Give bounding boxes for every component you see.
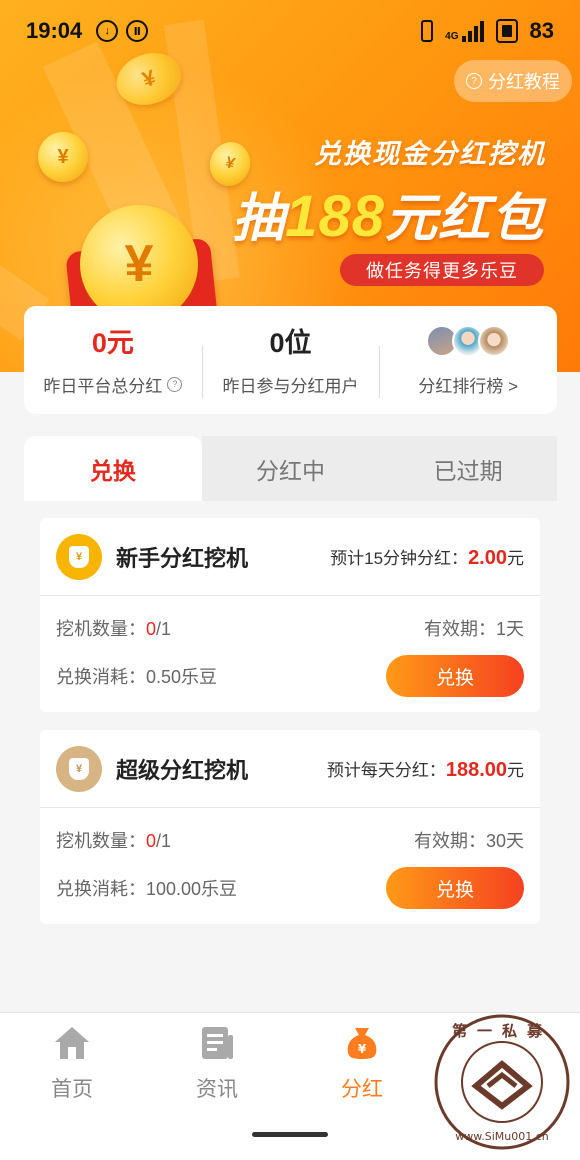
miner-card-beginner: ¥ 新手分红挖机 预计15分钟分红： 2.00 元 挖机数量：0/1 有效期：1… (40, 518, 540, 712)
tab-in-dividend[interactable]: 分红中 (201, 436, 380, 501)
estimate-label: 预计每天分红： (326, 760, 446, 780)
vibrate-icon (421, 20, 434, 42)
miner-estimate: 预计每天分红： 188.00 元 (327, 756, 524, 782)
total-dividend-value: 0元 (91, 328, 134, 358)
nav-news-label: 资讯 (196, 1078, 238, 1101)
count-label: 挖机数量： (56, 831, 146, 851)
participants-value: 0位 (269, 328, 312, 358)
count-total: /1 (156, 619, 172, 639)
watermark-url: www.SiMu001.cn (455, 1130, 549, 1143)
ranking-avatars (426, 324, 511, 358)
count-value: 0 (146, 619, 157, 639)
hero-title-prefix: 抽 (232, 190, 286, 248)
count-value: 0 (146, 831, 157, 851)
stat-total-dividend: 0元 昨日平台总分红 ? (24, 324, 202, 397)
validity: 有效期：1天 (423, 619, 524, 639)
status-time: 19:04 (26, 18, 83, 43)
status-bar: 19:04 ↓ Ⅱ 4G 83 (0, 0, 580, 62)
tab-exchange[interactable]: 兑换 (24, 436, 202, 501)
participants-label: 昨日参与分红用户 (222, 376, 359, 396)
tab-bar: 兑换 分红中 已过期 (24, 436, 558, 501)
estimate-amount: 188.00 (445, 758, 507, 781)
news-icon (198, 1025, 236, 1061)
avatar (478, 324, 511, 357)
task-button[interactable]: 做任务得更多乐豆 (340, 254, 544, 286)
hero-title: 抽 188 元红包 (232, 176, 544, 251)
estimate-label: 预计15分钟分红： (330, 548, 469, 568)
miner-estimate: 预计15分钟分红： 2.00 元 (330, 544, 524, 570)
signal-icon (461, 20, 484, 42)
validity: 有效期：30天 (413, 831, 524, 851)
hero-title-number: 188 (285, 184, 385, 249)
exchange-button[interactable]: 兑换 (386, 867, 524, 909)
battery-level: 83 (529, 18, 554, 43)
exchange-button[interactable]: 兑换 (386, 655, 524, 697)
stat-ranking[interactable]: 分红排行榜 > (379, 324, 557, 398)
miner-card-super: ¥ 超级分红挖机 预计每天分红： 188.00 元 挖机数量：0/1 有效期：3… (40, 730, 540, 924)
home-icon (53, 1025, 91, 1061)
total-dividend-label: 昨日平台总分红 (43, 376, 163, 396)
nav-news[interactable]: 资讯 (167, 1025, 267, 1103)
miner-name: 新手分红挖机 (116, 545, 249, 571)
count-total: /1 (156, 831, 172, 851)
stats-panel: 0元 昨日平台总分红 ? 0位 昨日参与分红用户 分红排行榜 > (24, 306, 557, 414)
tutorial-button[interactable]: ? 分红教程 (454, 60, 572, 102)
estimate-amount: 2.00 (468, 546, 507, 569)
question-icon: ? (466, 73, 482, 89)
watermark-logo: 第一私募 www.SiMu001.cn (432, 1012, 572, 1152)
hero-title-suffix: 元红包 (384, 190, 544, 248)
dividend-bag-icon: ¥ (343, 1025, 381, 1061)
estimate-unit: 元 (507, 760, 524, 780)
estimate-unit: 元 (507, 548, 524, 568)
tutorial-label: 分红教程 (488, 72, 560, 92)
hero-subtitle: 兑换现金分红挖机 (314, 139, 546, 169)
home-indicator[interactable] (252, 1132, 328, 1137)
coin-icon: ¥ (38, 132, 88, 182)
svg-text:¥: ¥ (358, 1042, 367, 1056)
ranking-label: 分红排行榜 > (418, 376, 518, 396)
watermark-text: 第一私募 (452, 1022, 552, 1040)
download-icon: ↓ (96, 20, 119, 42)
help-icon[interactable]: ? (167, 376, 183, 392)
miner-count: 挖机数量：0/1 (56, 827, 171, 853)
battery-icon (495, 19, 518, 43)
nav-home[interactable]: 首页 (22, 1025, 122, 1103)
pause-icon: Ⅱ (126, 20, 149, 42)
miner-name: 超级分红挖机 (116, 757, 249, 783)
exchange-cost: 兑换消耗：100.00乐豆 (56, 879, 238, 899)
nav-dividend-label: 分红 (341, 1078, 383, 1101)
nav-dividend[interactable]: ¥ 分红 (312, 1025, 412, 1103)
network-type: 4G (445, 31, 459, 42)
stat-participants: 0位 昨日参与分红用户 (201, 324, 380, 398)
count-label: 挖机数量： (56, 619, 146, 639)
miner-count: 挖机数量：0/1 (56, 615, 171, 641)
nav-home-label: 首页 (51, 1078, 93, 1101)
tab-expired[interactable]: 已过期 (379, 436, 558, 501)
exchange-cost: 兑换消耗：0.50乐豆 (56, 667, 218, 687)
money-bag-icon: ¥ (56, 533, 102, 580)
money-bag-icon: ¥ (56, 745, 102, 792)
